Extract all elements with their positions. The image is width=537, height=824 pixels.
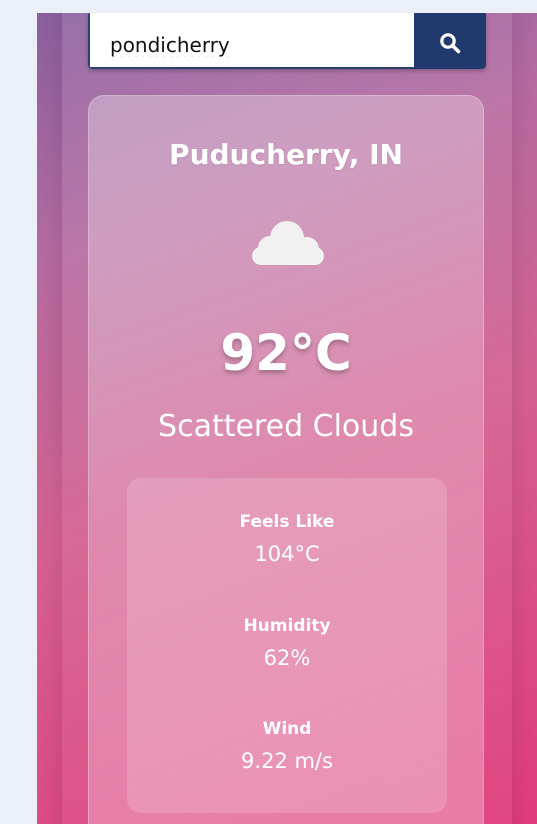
search-input[interactable]: [88, 13, 414, 69]
weather-card: Puducherry, IN 92°C Scattered Clouds Fee…: [88, 95, 484, 824]
temperature: 92°C: [220, 324, 352, 382]
wind-item: Wind 9.22 m/s: [127, 719, 447, 773]
search-icon: [440, 32, 461, 53]
humidity-label: Humidity: [243, 616, 331, 636]
feels-like-value: 104°C: [254, 542, 320, 566]
feels-like-label: Feels Like: [239, 512, 335, 532]
weather-app: Puducherry, IN 92°C Scattered Clouds Fee…: [37, 13, 537, 824]
humidity-item: Humidity 62%: [127, 616, 447, 670]
wind-label: Wind: [262, 719, 312, 739]
cloud-icon: [252, 221, 324, 265]
search-bar: [88, 13, 486, 69]
humidity-value: 62%: [263, 646, 311, 670]
feels-like-item: Feels Like 104°C: [127, 512, 447, 566]
wind-value: 9.22 m/s: [241, 749, 333, 773]
weather-details: Feels Like 104°C Humidity 62% Wind 9.22 …: [127, 478, 447, 813]
search-button[interactable]: [414, 13, 486, 69]
city-name: Puducherry, IN: [169, 138, 403, 171]
weather-description: Scattered Clouds: [158, 409, 414, 444]
